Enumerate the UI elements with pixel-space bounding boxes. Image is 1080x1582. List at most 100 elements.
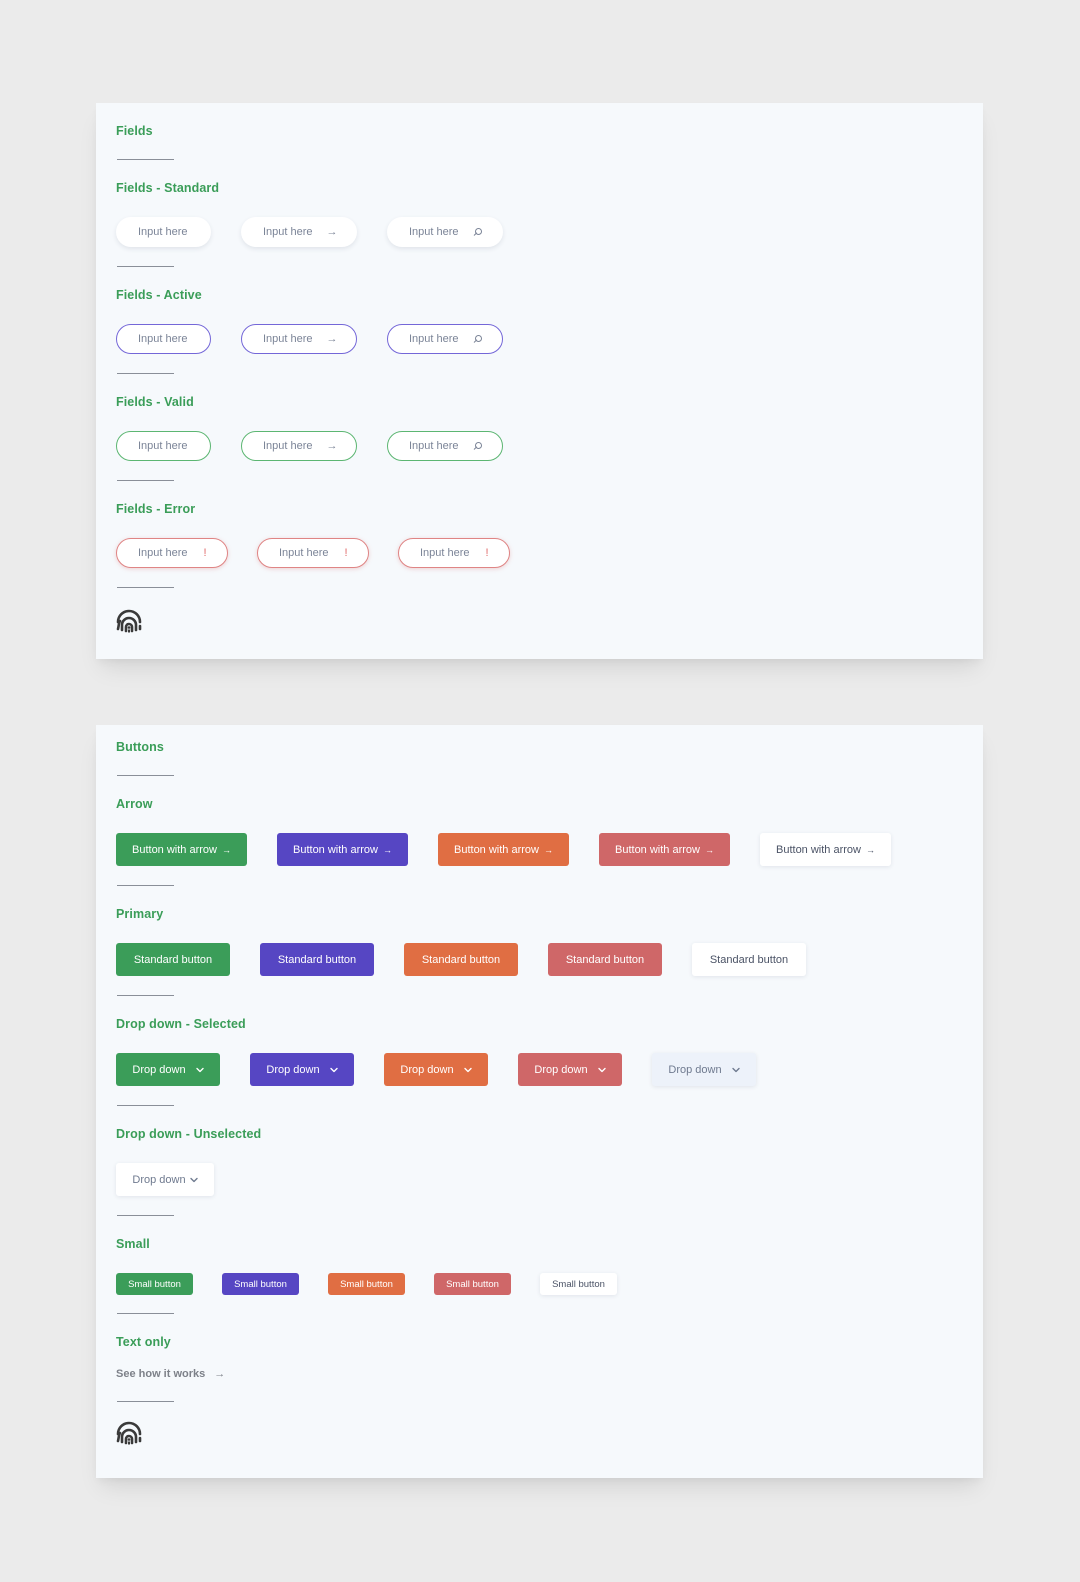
dropdown-label: Drop down [668, 1063, 722, 1076]
input-field-search[interactable]: Input here [387, 431, 503, 461]
chevron-down-icon [329, 1067, 338, 1072]
exclamation-icon: ! [344, 547, 348, 559]
standard-button-purple[interactable]: Standard button [260, 943, 374, 976]
input-placeholder: Input here [138, 226, 188, 238]
button-label: Button with arrow [615, 843, 700, 856]
divider [117, 885, 174, 886]
dropdown-ghost[interactable]: Drop down [652, 1053, 756, 1086]
chevron-down-icon [189, 1177, 198, 1182]
dropdown-purple[interactable]: Drop down [250, 1053, 354, 1086]
input-field-error[interactable]: Input here ! [257, 538, 369, 568]
section-title-dropdown-selected: Drop down - Selected [116, 1017, 246, 1031]
divider [117, 1105, 174, 1106]
input-placeholder: Input here [279, 547, 329, 559]
input-placeholder: Input here [263, 333, 313, 345]
divider [117, 995, 174, 996]
standard-button-red[interactable]: Standard button [548, 943, 662, 976]
section-title-dropdown-unselected: Drop down - Unselected [116, 1127, 262, 1141]
arrow-right-icon: → [382, 844, 392, 855]
divider [117, 1313, 174, 1314]
input-field-error[interactable]: Input here ! [116, 538, 228, 568]
dropdown-red[interactable]: Drop down [518, 1053, 622, 1086]
fields-row-valid: Input here Input here → Input here [116, 431, 533, 461]
section-title-valid: Fields - Valid [116, 395, 194, 409]
input-field-plain[interactable]: Input here [116, 217, 211, 247]
input-field-plain[interactable]: Input here [116, 431, 211, 461]
input-field-arrow[interactable]: Input here → [241, 324, 357, 354]
section-title-text-only: Text only [116, 1335, 171, 1349]
exclamation-icon: ! [485, 547, 489, 559]
arrow-right-icon: → [221, 844, 231, 855]
chevron-down-icon [463, 1067, 472, 1072]
search-icon[interactable] [473, 441, 482, 451]
arrow-button-white[interactable]: Button with arrow → [760, 833, 891, 866]
section-title-small: Small [116, 1237, 150, 1251]
arrow-right-icon: → [543, 844, 553, 855]
section-title-error: Fields - Error [116, 502, 196, 516]
small-button-purple[interactable]: Small button [222, 1273, 299, 1295]
input-placeholder: Input here [409, 333, 459, 345]
divider [117, 775, 174, 776]
see-how-it-works-link[interactable]: See how it works → [116, 1368, 225, 1380]
dropdown-unselected[interactable]: Drop down [116, 1163, 214, 1196]
dropdown-green[interactable]: Drop down [116, 1053, 220, 1086]
small-button-green[interactable]: Small button [116, 1273, 193, 1295]
input-placeholder: Input here [263, 226, 313, 238]
fields-row-standard: Input here Input here → Input here [116, 217, 533, 247]
standard-button-orange[interactable]: Standard button [404, 943, 518, 976]
divider [117, 373, 174, 374]
dropdown-orange[interactable]: Drop down [384, 1053, 488, 1086]
dropdown-label: Drop down [400, 1063, 454, 1076]
input-placeholder: Input here [263, 440, 313, 452]
buttons-row-dropdown-selected: Drop down Drop down Drop down Drop down … [116, 1053, 786, 1086]
arrow-right-icon[interactable]: → [327, 333, 338, 345]
search-icon[interactable] [473, 227, 482, 237]
dropdown-label: Drop down [534, 1063, 588, 1076]
chevron-down-icon [597, 1067, 606, 1072]
small-button-orange[interactable]: Small button [328, 1273, 405, 1295]
chevron-down-icon [731, 1067, 740, 1072]
divider [117, 159, 174, 160]
input-placeholder: Input here [138, 333, 188, 345]
dropdown-label: Drop down [132, 1063, 186, 1076]
small-button-red[interactable]: Small button [434, 1273, 511, 1295]
section-title-active: Fields - Active [116, 288, 202, 302]
button-label: Button with arrow [454, 843, 539, 856]
link-label: See how it works [116, 1368, 206, 1380]
fields-row-active: Input here Input here → Input here [116, 324, 533, 354]
input-field-plain[interactable]: Input here [116, 324, 211, 354]
arrow-button-purple[interactable]: Button with arrow → [277, 833, 408, 866]
arrow-button-green[interactable]: Button with arrow → [116, 833, 247, 866]
buttons-row-dropdown-unselected: Drop down [116, 1163, 244, 1196]
buttons-card-title: Buttons [116, 740, 164, 754]
input-placeholder: Input here [138, 547, 188, 559]
section-title-arrow: Arrow [116, 797, 153, 811]
dropdown-label: Drop down [132, 1173, 186, 1186]
standard-button-white[interactable]: Standard button [692, 943, 806, 976]
arrow-button-red[interactable]: Button with arrow → [599, 833, 730, 866]
fingerprint-icon [116, 1421, 142, 1445]
divider [117, 587, 174, 588]
arrow-button-orange[interactable]: Button with arrow → [438, 833, 569, 866]
standard-button-green[interactable]: Standard button [116, 943, 230, 976]
divider [117, 1215, 174, 1216]
button-label: Button with arrow [132, 843, 217, 856]
input-field-arrow[interactable]: Input here → [241, 431, 357, 461]
input-field-error[interactable]: Input here ! [398, 538, 510, 568]
search-icon[interactable] [473, 334, 482, 344]
input-field-arrow[interactable]: Input here → [241, 217, 357, 247]
arrow-right-icon[interactable]: → [327, 440, 338, 452]
arrow-right-icon[interactable]: → [327, 226, 338, 238]
input-placeholder: Input here [420, 547, 470, 559]
input-field-search[interactable]: Input here [387, 324, 503, 354]
input-placeholder: Input here [409, 226, 459, 238]
input-field-search[interactable]: Input here [387, 217, 503, 247]
divider [117, 1401, 174, 1402]
input-placeholder: Input here [409, 440, 459, 452]
arrow-right-icon: → [865, 844, 875, 855]
buttons-card: Buttons Arrow Button with arrow → Button… [96, 725, 983, 1478]
exclamation-icon: ! [203, 547, 207, 559]
fields-card-title: Fields [116, 124, 153, 138]
arrow-right-icon: → [214, 1368, 226, 1380]
small-button-white[interactable]: Small button [540, 1273, 617, 1295]
